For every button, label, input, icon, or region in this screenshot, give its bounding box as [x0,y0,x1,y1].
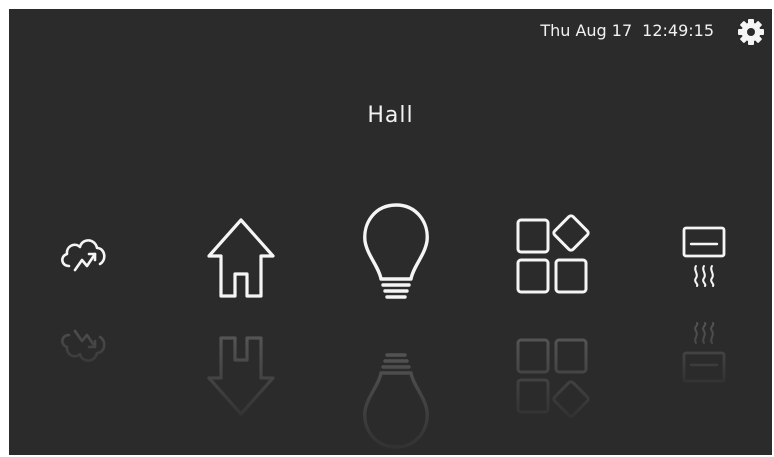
home-reflection [201,334,281,422]
light-bulb-icon [363,203,429,299]
light-reflection [359,347,433,451]
light-bulb-icon [363,353,429,449]
apps-button[interactable] [514,214,594,298]
home-button[interactable] [201,212,281,300]
weather-button[interactable] [55,226,111,282]
heater-icon [682,226,726,287]
heater-reflection [681,319,727,385]
weather-reflection [55,319,111,375]
heater-icon [682,322,726,383]
home-icon [207,336,275,416]
settings-button[interactable] [737,18,765,46]
weather-icon [61,329,106,362]
app-screen: Thu Aug 17 12:49:15 Hall [9,9,772,455]
time-text: 12:49:15 [642,21,714,40]
apps-icon [516,214,590,294]
light-button[interactable] [359,201,433,305]
weather-icon [61,239,106,272]
heater-button[interactable] [681,224,727,290]
apps-icon [516,338,590,418]
apps-reflection [514,334,594,418]
room-title: Hall [367,103,414,128]
home-icon [207,218,275,298]
gear-icon [738,19,764,45]
date-text: Thu Aug 17 [540,21,633,40]
date-time: Thu Aug 17 12:49:15 [540,21,714,40]
